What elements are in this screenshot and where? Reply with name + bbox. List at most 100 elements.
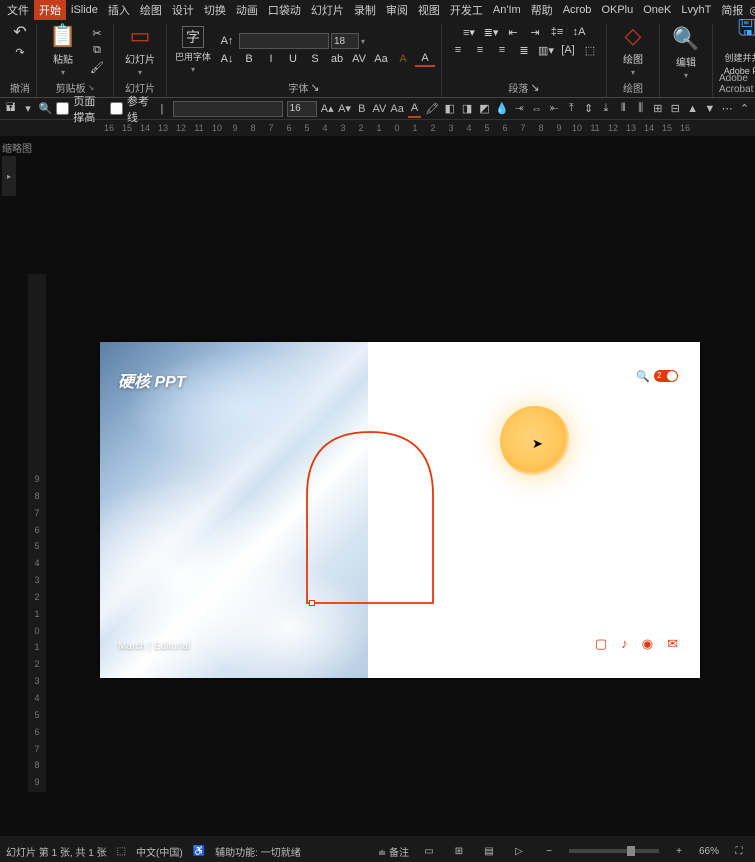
zoom-value[interactable]: 66%: [699, 846, 719, 857]
qat-font-combo[interactable]: [173, 101, 283, 117]
qat-collapse-icon[interactable]: ⌃: [738, 100, 751, 118]
tab-view[interactable]: 视图: [413, 0, 445, 20]
underline-icon[interactable]: U: [283, 51, 303, 67]
qat-dist-v-icon[interactable]: ⫼: [634, 100, 647, 118]
decrease-font-icon[interactable]: A↓: [217, 51, 237, 67]
qat-align-l-icon[interactable]: ⤛: [513, 100, 526, 118]
qat-align-c-icon[interactable]: ⇔: [530, 100, 543, 118]
clear-format-icon[interactable]: A: [393, 51, 413, 67]
font-size-combo[interactable]: [331, 33, 359, 49]
redo-icon[interactable]: ↷: [10, 44, 30, 60]
bold-icon[interactable]: B: [239, 51, 259, 67]
page-height-checkbox[interactable]: [56, 102, 69, 115]
line-spacing-icon[interactable]: ‡≡: [547, 24, 567, 40]
indent-left-icon[interactable]: ⇤: [503, 24, 523, 40]
undo-icon[interactable]: ↶: [10, 24, 30, 40]
qat-color-icon[interactable]: A: [408, 100, 421, 118]
tab-insert[interactable]: 插入: [103, 0, 135, 20]
bilibili-icon[interactable]: ▢: [595, 636, 607, 652]
italic-icon[interactable]: I: [261, 51, 281, 67]
tab-record[interactable]: 录制: [349, 0, 381, 20]
tab-home[interactable]: 开始: [34, 0, 66, 20]
bullets-icon[interactable]: ≡▾: [459, 24, 479, 40]
edit-vertex-handle[interactable]: [309, 600, 315, 606]
qat-ungroup-icon[interactable]: ⊟: [669, 100, 682, 118]
tab-draw[interactable]: 绘图: [135, 0, 167, 20]
align-center-icon[interactable]: ≡: [470, 42, 490, 58]
adobe-pdf-button[interactable]: 🖫 创建并共享 Adobe PDF: [719, 15, 755, 71]
wechat-icon[interactable]: ✉: [667, 636, 678, 652]
text-direction-icon[interactable]: ↕A: [569, 24, 589, 40]
numbering-icon[interactable]: ≣▾: [481, 24, 501, 40]
align-left-icon[interactable]: ≡: [448, 42, 468, 58]
outline-label[interactable]: 缩略图: [2, 140, 32, 155]
zoom-out-icon[interactable]: −: [539, 843, 559, 859]
caption-text[interactable]: March | Editorial: [118, 641, 190, 652]
qat-backward-icon[interactable]: ▼: [703, 100, 716, 118]
zoom-in-icon[interactable]: +: [669, 843, 689, 859]
lang-icon[interactable]: ⬚: [117, 846, 126, 857]
qat-find-icon[interactable]: 🔍: [39, 100, 53, 118]
slide-canvas[interactable]: 硬核 PPT March | Editorial ➤ 2 🔍 ▢ ♪ ◉ ✉: [100, 342, 700, 678]
qat-more-icon[interactable]: ⋯: [721, 100, 734, 118]
qat-align-m-icon[interactable]: ⇕: [582, 100, 595, 118]
indent-right-icon[interactable]: ⇥: [525, 24, 545, 40]
qat-spacing-icon[interactable]: AV: [373, 100, 387, 118]
qat-align-b-icon[interactable]: ⤓: [599, 100, 612, 118]
tab-anim[interactable]: An'Im: [488, 2, 526, 18]
lang-label[interactable]: 中文(中国): [136, 844, 183, 859]
tab-slides[interactable]: 幻灯片: [306, 0, 349, 20]
qat-dropdown-icon[interactable]: ▾: [21, 100, 34, 118]
editing-button[interactable]: 🔍 编辑 ▾: [666, 25, 706, 81]
thumbnail-pane-toggle[interactable]: ▸: [2, 156, 16, 196]
qat-group-icon[interactable]: ⊞: [651, 100, 664, 118]
paste-button[interactable]: 📋 粘贴 ▾: [43, 22, 83, 78]
tab-help[interactable]: 帮助: [526, 0, 558, 20]
tab-review[interactable]: 审阅: [381, 0, 413, 20]
guides-checkbox[interactable]: [110, 102, 123, 115]
qat-dist-h-icon[interactable]: ⫴: [617, 100, 630, 118]
para-launcher-icon[interactable]: ↘: [530, 81, 539, 94]
sorter-view-icon[interactable]: ⊞: [449, 843, 469, 859]
launcher-icon[interactable]: ↘: [88, 83, 95, 92]
shadow-icon[interactable]: ab: [327, 51, 347, 67]
search-small-icon[interactable]: 🔍: [636, 370, 650, 383]
increase-font-icon[interactable]: A↑: [217, 33, 237, 49]
tab-file[interactable]: 文件: [2, 0, 34, 20]
qat-icon-1[interactable]: ◧: [443, 100, 456, 118]
fit-window-icon[interactable]: ⛶: [729, 843, 749, 859]
font-launcher-icon[interactable]: ↘: [310, 81, 319, 94]
tab-developer[interactable]: 开发工: [445, 0, 488, 20]
cut-icon[interactable]: ✂: [87, 25, 107, 41]
spacing-icon[interactable]: AV: [349, 51, 369, 67]
accessibility-icon[interactable]: ♿: [193, 846, 205, 857]
brand-text[interactable]: 硬核 PPT: [118, 368, 186, 392]
reuse-font-button[interactable]: 字 巴用字体 ▾: [173, 22, 213, 78]
reading-view-icon[interactable]: ▤: [479, 843, 499, 859]
arch-shape[interactable]: [305, 430, 435, 605]
slideshow-view-icon[interactable]: ▷: [509, 843, 529, 859]
qat-align-r-icon[interactable]: ⤜: [547, 100, 560, 118]
tab-pocket[interactable]: 口袋动: [263, 0, 306, 20]
format-painter-icon[interactable]: 🖌: [87, 59, 107, 75]
qat-bold-icon[interactable]: B: [355, 100, 368, 118]
font-family-combo[interactable]: [239, 33, 329, 49]
qat-forward-icon[interactable]: ▲: [686, 100, 699, 118]
smartart-icon[interactable]: ⬚: [580, 42, 600, 58]
qat-align-t-icon[interactable]: ⤒: [565, 100, 578, 118]
tab-islide[interactable]: iSlide: [66, 2, 103, 18]
weibo-icon[interactable]: ◉: [642, 636, 653, 652]
strike-icon[interactable]: S: [305, 51, 325, 67]
align-text-icon[interactable]: [A]: [558, 42, 578, 58]
tab-acrobat[interactable]: Acrob: [558, 2, 597, 18]
toggle-switch[interactable]: 2: [654, 370, 678, 382]
qat-icon-3[interactable]: ◩: [478, 100, 491, 118]
columns-icon[interactable]: ▥▾: [536, 42, 556, 58]
tab-transition[interactable]: 切换: [199, 0, 231, 20]
tiktok-icon[interactable]: ♪: [621, 636, 628, 652]
drawing-button[interactable]: ◇ 绘图 ▾: [613, 22, 653, 78]
qat-eyedropper-icon[interactable]: 💧: [495, 100, 509, 118]
font-color-icon[interactable]: A: [415, 51, 435, 67]
qat-size-combo[interactable]: [287, 101, 317, 117]
normal-view-icon[interactable]: ▭: [419, 843, 439, 859]
